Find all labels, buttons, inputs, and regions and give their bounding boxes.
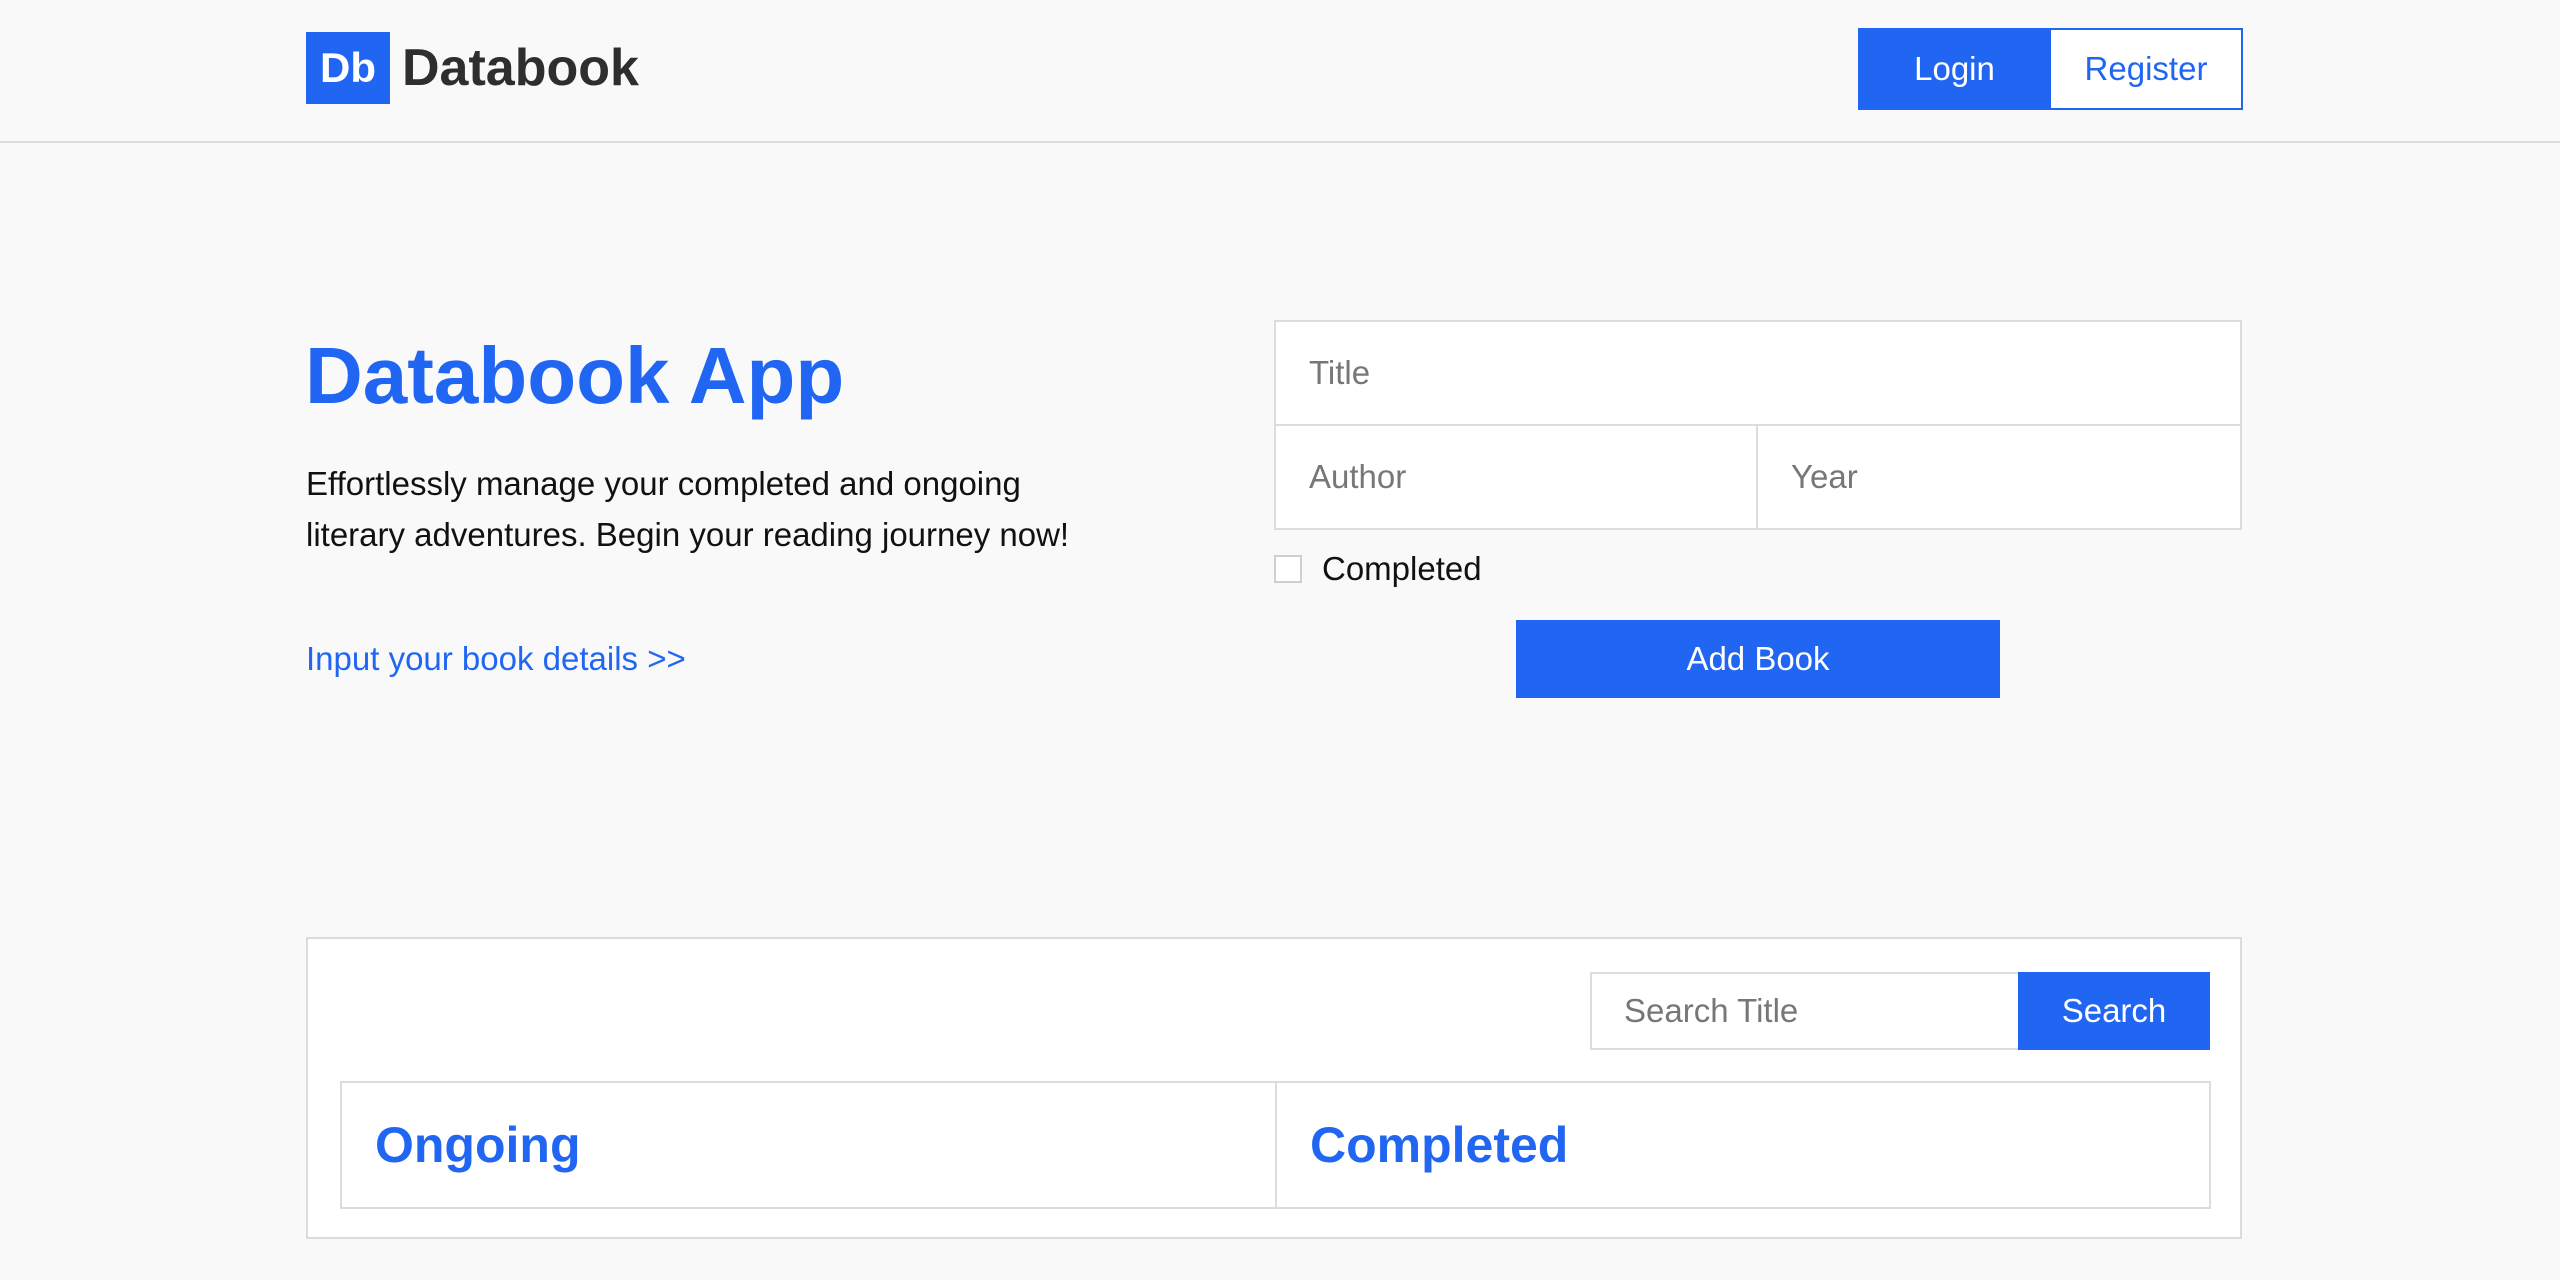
search-input[interactable]: Search Title [1590, 972, 2020, 1050]
completed-checkbox-label[interactable]: Completed [1322, 550, 1482, 588]
completed-checkbox[interactable] [1274, 555, 1302, 583]
search-button[interactable]: Search [2018, 972, 2210, 1050]
ongoing-shelf: Ongoing [340, 1081, 1277, 1209]
login-button[interactable]: Login [1858, 28, 2051, 110]
books-panel: Search Title Search Ongoing Completed [306, 937, 2242, 1239]
register-button[interactable]: Register [2051, 28, 2243, 110]
auth-buttons: Login Register [1858, 28, 2243, 110]
hero-title: Databook App [305, 331, 845, 420]
ongoing-heading: Ongoing [375, 1117, 581, 1173]
logo-text: Databook [402, 39, 639, 97]
completed-shelf: Completed [1275, 1081, 2211, 1209]
author-input[interactable]: Author [1274, 424, 1758, 530]
hero-description: Effortlessly manage your completed and o… [306, 465, 1070, 553]
logo-badge: Db [306, 32, 390, 104]
completed-heading: Completed [1310, 1117, 1569, 1173]
year-input[interactable]: Year [1756, 424, 2242, 530]
book-details-link[interactable]: Input your book details >> [306, 640, 686, 678]
site-header: Db Databook Login Register [0, 0, 2560, 143]
completed-checkbox-row: Completed [1274, 550, 1482, 588]
brand-logo[interactable]: Db Databook [306, 32, 639, 104]
add-book-button[interactable]: Add Book [1516, 620, 2000, 698]
title-input[interactable]: Title [1274, 320, 2242, 426]
